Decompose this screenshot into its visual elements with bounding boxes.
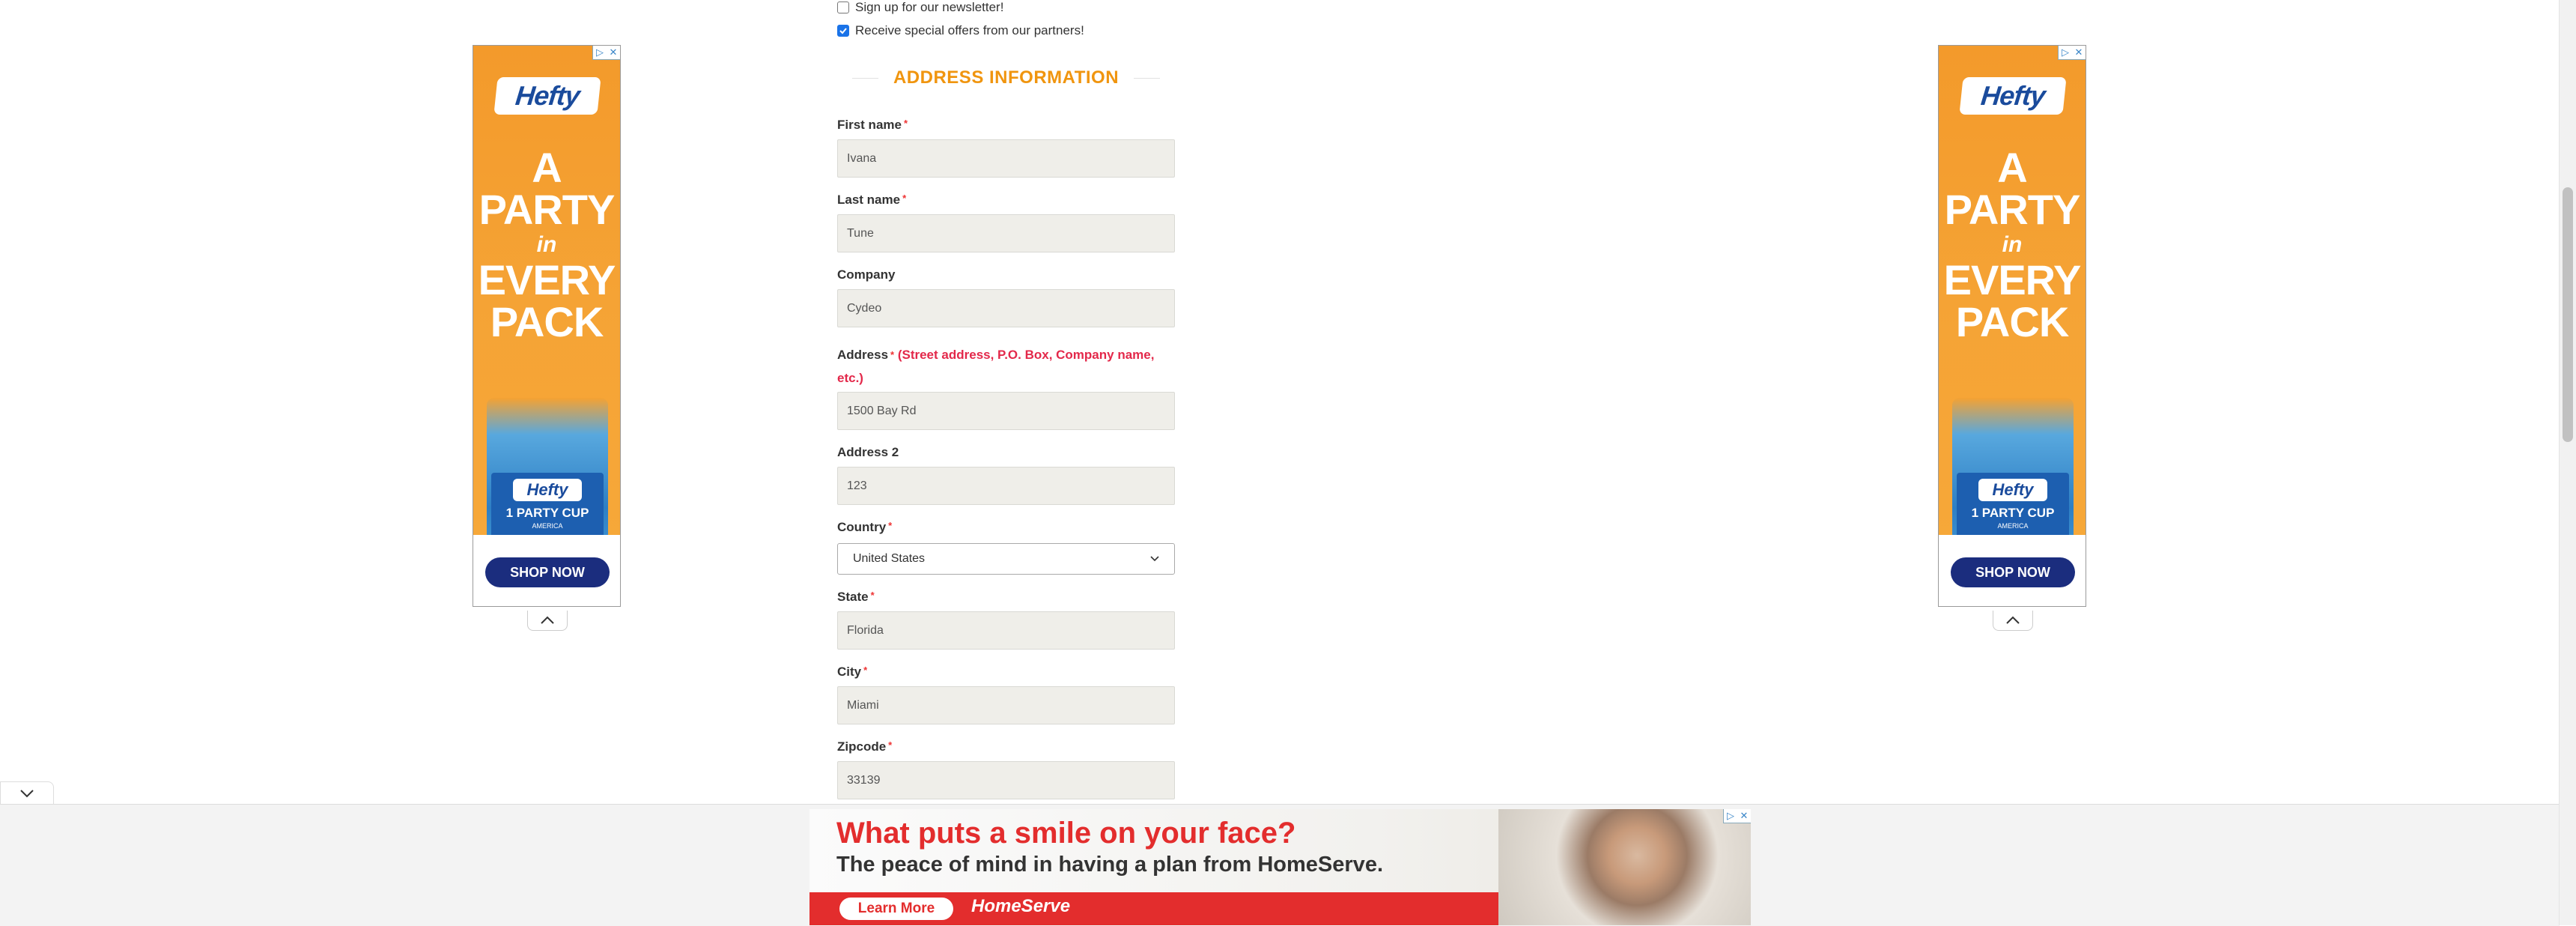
scrollbar-thumb[interactable] bbox=[2563, 187, 2573, 442]
homeserve-ad[interactable]: What puts a smile on your face? The peac… bbox=[809, 809, 1751, 925]
first-name-label: First name * bbox=[837, 118, 908, 132]
address-label: Address * (Street address, P.O. Box, Comp… bbox=[837, 348, 1155, 385]
shop-now-button[interactable]: SHOP NOW bbox=[1951, 557, 2075, 587]
newsletter-option[interactable]: Sign up for our newsletter! bbox=[837, 0, 1003, 15]
ad-info-icon[interactable]: ▷ bbox=[2059, 46, 2072, 59]
company-field[interactable]: Cydeo bbox=[837, 289, 1175, 327]
bottom-ad-collapse[interactable] bbox=[0, 781, 54, 805]
left-side-ad[interactable]: ▷ ✕ Hefty A PARTY in EVERY PACK Hefty 1 … bbox=[473, 45, 621, 607]
shop-now-button[interactable]: SHOP NOW bbox=[485, 557, 610, 587]
section-heading: ADDRESS INFORMATION bbox=[837, 63, 1175, 93]
zipcode-label: Zipcode * bbox=[837, 739, 893, 754]
country-select[interactable]: United States bbox=[837, 543, 1175, 575]
right-ad-collapse[interactable] bbox=[1993, 611, 2033, 631]
page-scrollbar[interactable] bbox=[2559, 0, 2576, 925]
partner-offers-option[interactable]: Receive special offers from our partners… bbox=[837, 23, 1084, 38]
newsletter-label: Sign up for our newsletter! bbox=[855, 0, 1004, 14]
zipcode-field[interactable]: 33139 bbox=[837, 761, 1175, 799]
ad-tagline: A PARTY in EVERY PACK bbox=[478, 144, 616, 345]
city-field[interactable]: Miami bbox=[837, 686, 1175, 724]
newsletter-checkbox[interactable] bbox=[837, 1, 849, 13]
state-field[interactable]: Florida bbox=[837, 611, 1175, 650]
state-label: State * bbox=[837, 590, 875, 604]
country-label: Country * bbox=[837, 520, 893, 534]
ad-subline: The peace of mind in having a plan from … bbox=[836, 853, 1383, 877]
chevron-up-icon bbox=[541, 616, 554, 624]
last-name-field[interactable]: Tune bbox=[837, 214, 1175, 252]
ad-headline: What puts a smile on your face? bbox=[836, 817, 1296, 850]
hefty-logo: Hefty bbox=[1959, 77, 2067, 115]
ad-choices[interactable]: ▷ ✕ bbox=[2058, 46, 2086, 60]
partner-offers-checkbox[interactable] bbox=[837, 25, 849, 37]
chevron-up-icon bbox=[2006, 616, 2020, 624]
first-name-field[interactable]: Ivana bbox=[837, 139, 1175, 178]
company-label: Company bbox=[837, 267, 896, 282]
left-ad-collapse[interactable] bbox=[527, 611, 568, 631]
address2-label: Address 2 bbox=[837, 445, 899, 459]
partner-offers-label: Receive special offers from our partners… bbox=[855, 23, 1084, 37]
homeserve-logo: HomeServe bbox=[971, 896, 1071, 916]
family-photo bbox=[1498, 809, 1751, 925]
hefty-logo: Hefty bbox=[493, 77, 601, 115]
address-field[interactable]: 1500 Bay Rd bbox=[837, 392, 1175, 430]
ad-info-icon[interactable]: ▷ bbox=[1724, 809, 1737, 823]
ad-close-icon[interactable]: ✕ bbox=[607, 46, 620, 59]
checkmark-icon bbox=[839, 28, 847, 34]
right-side-ad[interactable]: ▷ ✕ Hefty A PARTY in EVERY PACK Hefty 1 … bbox=[1938, 45, 2086, 607]
ad-tagline: A PARTY in EVERY PACK bbox=[1943, 144, 2082, 345]
address2-field[interactable]: 123 bbox=[837, 467, 1175, 505]
learn-more-button[interactable]: Learn More bbox=[839, 898, 953, 920]
ad-close-icon[interactable]: ✕ bbox=[2072, 46, 2086, 59]
ad-choices[interactable]: ▷ ✕ bbox=[1723, 809, 1751, 823]
chevron-down-icon bbox=[20, 790, 34, 798]
ad-close-icon[interactable]: ✕ bbox=[1737, 809, 1751, 823]
chevron-down-icon bbox=[1150, 556, 1159, 562]
last-name-label: Last name * bbox=[837, 193, 907, 207]
ad-choices[interactable]: ▷ ✕ bbox=[592, 46, 620, 60]
ad-info-icon[interactable]: ▷ bbox=[593, 46, 607, 59]
city-label: City * bbox=[837, 665, 868, 679]
